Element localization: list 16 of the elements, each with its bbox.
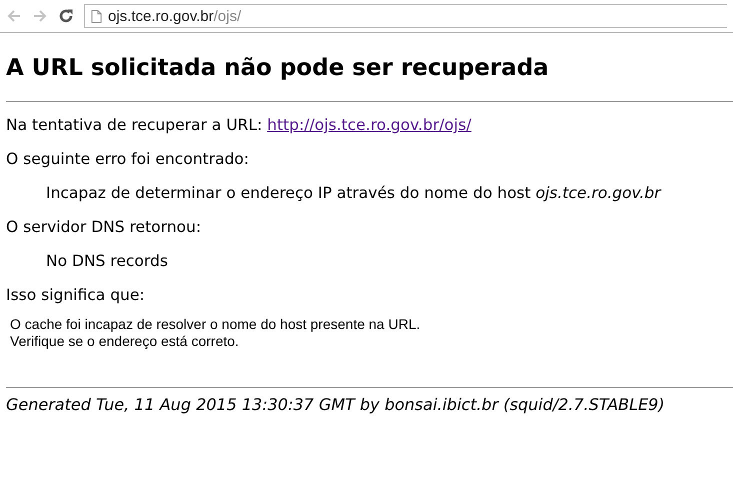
page-icon [91,10,102,22]
url-path: /ojs/ [214,8,242,24]
page-heading: A URL solicitada não pode ser recuperada [6,55,550,81]
error-message: Incapaz de determinar o endereço IP através do nome do host ojs.tce.ro.gov.br [46,184,661,202]
explanation-line: Verifique se o endereço está correto. [10,333,239,349]
footer-text: Generated Tue, 11 Aug 2015 13:30:37 GMT by bonsai.ibict.br (squid/2.7.STABLE9) [6,395,665,414]
dns-message: No DNS records [46,252,168,270]
explanation-line: O cache foi incapaz de resolver o nome do host presente na URL. [10,316,420,332]
reload-icon[interactable] [58,8,74,24]
address-bar[interactable]: ojs.tce.ro.gov.br/ojs/ [84,4,727,28]
meaning-label: Isso significa que: [6,286,146,304]
url-host: ojs.tce.ro.gov.br [108,8,214,24]
intro-text: Na tentativa de recuperar a URL: [6,116,262,134]
url-link[interactable]: http://ojs.tce.ro.gov.br/ojs/ [267,116,472,134]
dns-label: O servidor DNS retornou: [6,218,202,236]
error-label: O seguinte erro foi encontrado: [6,150,250,168]
